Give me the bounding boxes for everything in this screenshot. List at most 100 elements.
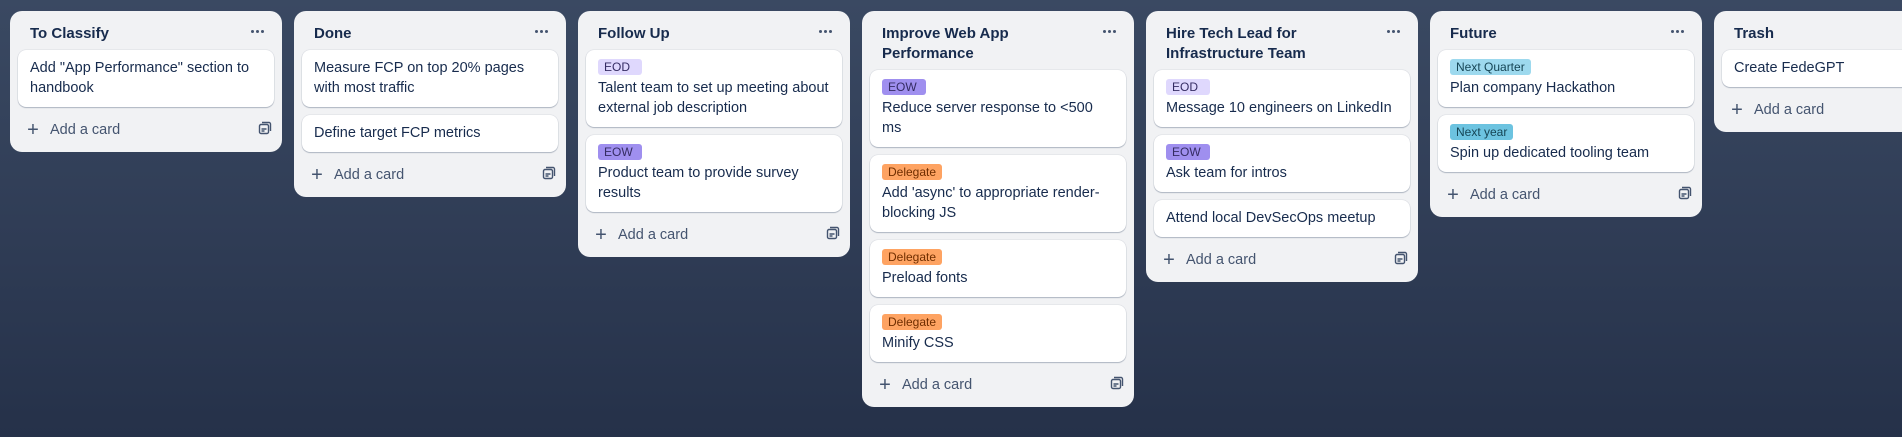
list-trash: Trash Create FedeGPT + Add a card	[1714, 11, 1902, 132]
card-label[interactable]: Next Quarter	[1450, 59, 1531, 75]
card[interactable]: Delegate Add 'async' to appropriate rende…	[870, 155, 1126, 232]
add-card-label: Add a card	[618, 227, 689, 243]
list-title[interactable]: To Classify	[30, 24, 109, 44]
card-list: Next Quarter Plan company Hackathon Next y…	[1430, 50, 1702, 172]
add-card-label: Add a card	[334, 167, 405, 183]
card-label[interactable]: Delegate	[882, 249, 943, 265]
more-options-icon[interactable]	[245, 21, 270, 42]
card-label[interactable]: Next year	[1450, 124, 1514, 140]
list-header: Improve Web App Performance	[862, 11, 1134, 70]
card-title: Measure FCP on top 20% pages with most t…	[314, 60, 525, 96]
card-label[interactable]: Delegate	[882, 314, 943, 330]
list-header: Done	[294, 11, 566, 50]
create-from-template-icon[interactable]	[542, 166, 556, 185]
card-title: Add "App Performance" section to handboo…	[30, 60, 250, 96]
add-card-row: + Add a card	[578, 220, 850, 253]
create-from-template-icon[interactable]	[258, 121, 272, 140]
card-title: Minify CSS	[882, 335, 954, 351]
list-title[interactable]: Improve Web App Performance	[882, 24, 1082, 64]
card-title: Product team to provide survey results	[598, 165, 799, 201]
list-title[interactable]: Hire Tech Lead for Infrastructure Team	[1166, 24, 1366, 64]
card-title: Define target FCP metrics	[314, 125, 481, 141]
card[interactable]: EOD Talent team to set up meeting about e…	[586, 50, 842, 127]
card-label[interactable]: EOW	[598, 144, 642, 160]
card-title: Message 10 engineers on LinkedIn	[1166, 100, 1392, 116]
card-title: Reduce server response to <500 ms	[882, 100, 1093, 136]
card-title: Talent team to set up meeting about exte…	[598, 80, 829, 116]
plus-icon: +	[27, 119, 39, 141]
card-title: Add 'async' to appropriate render-blocki…	[882, 185, 1100, 221]
list-improve-web-app-performance: Improve Web App Performance EOW Reduce ser…	[862, 11, 1134, 407]
add-card-row: + Add a card	[1146, 245, 1418, 278]
more-options-icon[interactable]	[1097, 21, 1122, 42]
add-card-label: Add a card	[902, 377, 973, 393]
card-label[interactable]: EOD	[598, 59, 642, 75]
add-card-row: + Add a card	[1430, 180, 1702, 213]
card[interactable]: EOW Product team to provide survey result…	[586, 135, 842, 212]
list-header: Hire Tech Lead for Infrastructure Team	[1146, 11, 1418, 70]
list-header: Trash	[1714, 11, 1902, 50]
card-label[interactable]: EOD	[1166, 79, 1210, 95]
add-card-row: + Add a card	[10, 115, 282, 148]
card[interactable]: Define target FCP metrics	[302, 115, 558, 152]
add-card-button[interactable]: + Add a card	[1446, 185, 1540, 205]
card-title: Plan company Hackathon	[1450, 80, 1616, 96]
list-header: To Classify	[10, 11, 282, 50]
add-card-label: Add a card	[1754, 102, 1825, 118]
list-hire-tech-lead-for-infrastructure-team: Hire Tech Lead for Infrastructure Team EO…	[1146, 11, 1418, 282]
card-list: EOD Message 10 engineers on LinkedIn EOW As…	[1146, 70, 1418, 237]
list-header: Follow Up	[578, 11, 850, 50]
card-list: EOD Talent team to set up meeting about e…	[578, 50, 850, 212]
card[interactable]: EOD Message 10 engineers on LinkedIn	[1154, 70, 1410, 127]
card[interactable]: Measure FCP on top 20% pages with most t…	[302, 50, 558, 107]
card-label[interactable]: EOW	[1166, 144, 1210, 160]
board: To Classify Add "App Performance" section…	[10, 11, 1902, 407]
list-title[interactable]: Future	[1450, 24, 1497, 44]
add-card-row: + Add a card	[862, 370, 1134, 403]
list-title[interactable]: Done	[314, 24, 352, 44]
create-from-template-icon[interactable]	[826, 226, 840, 245]
create-from-template-icon[interactable]	[1110, 376, 1124, 395]
more-options-icon[interactable]	[1381, 21, 1406, 42]
add-card-button[interactable]: + Add a card	[878, 375, 972, 395]
card[interactable]: Delegate Preload fonts	[870, 240, 1126, 297]
card[interactable]: Attend local DevSecOps meetup	[1154, 200, 1410, 237]
plus-icon: +	[1731, 99, 1743, 121]
create-from-template-icon[interactable]	[1394, 251, 1408, 270]
card-title: Preload fonts	[882, 270, 968, 286]
list-title[interactable]: Follow Up	[598, 24, 670, 44]
card[interactable]: EOW Reduce server response to <500 ms	[870, 70, 1126, 147]
add-card-button[interactable]: + Add a card	[26, 120, 120, 140]
card[interactable]: Next Quarter Plan company Hackathon	[1438, 50, 1694, 107]
card-label[interactable]: Delegate	[882, 164, 943, 180]
card-list: Add "App Performance" section to handboo…	[10, 50, 282, 107]
create-from-template-icon[interactable]	[1678, 186, 1692, 205]
card[interactable]: Delegate Minify CSS	[870, 305, 1126, 362]
add-card-button[interactable]: + Add a card	[1730, 100, 1824, 120]
card-list: Measure FCP on top 20% pages with most t…	[294, 50, 566, 152]
plus-icon: +	[595, 224, 607, 246]
card-title: Attend local DevSecOps meetup	[1166, 210, 1376, 226]
card-list: Create FedeGPT	[1714, 50, 1902, 87]
more-options-icon[interactable]	[1665, 21, 1690, 42]
card-label[interactable]: EOW	[882, 79, 926, 95]
plus-icon: +	[311, 164, 323, 186]
card[interactable]: EOW Ask team for intros	[1154, 135, 1410, 192]
add-card-row: + Add a card	[294, 160, 566, 193]
card[interactable]: Create FedeGPT	[1722, 50, 1902, 87]
add-card-button[interactable]: + Add a card	[1162, 250, 1256, 270]
more-options-icon[interactable]	[813, 21, 838, 42]
add-card-button[interactable]: + Add a card	[594, 225, 688, 245]
add-card-row: + Add a card	[1714, 95, 1902, 128]
add-card-label: Add a card	[1186, 252, 1257, 268]
card-title: Ask team for intros	[1166, 165, 1287, 181]
card[interactable]: Add "App Performance" section to handboo…	[18, 50, 274, 107]
add-card-button[interactable]: + Add a card	[310, 165, 404, 185]
list-title[interactable]: Trash	[1734, 24, 1774, 44]
plus-icon: +	[1447, 184, 1459, 206]
card[interactable]: Next year Spin up dedicated tooling team	[1438, 115, 1694, 172]
list-done: Done Measure FCP on top 20% pages with mo…	[294, 11, 566, 197]
card-title: Create FedeGPT	[1734, 60, 1845, 76]
more-options-icon[interactable]	[529, 21, 554, 42]
list-future: Future Next Quarter Plan company Hackathon…	[1430, 11, 1702, 217]
